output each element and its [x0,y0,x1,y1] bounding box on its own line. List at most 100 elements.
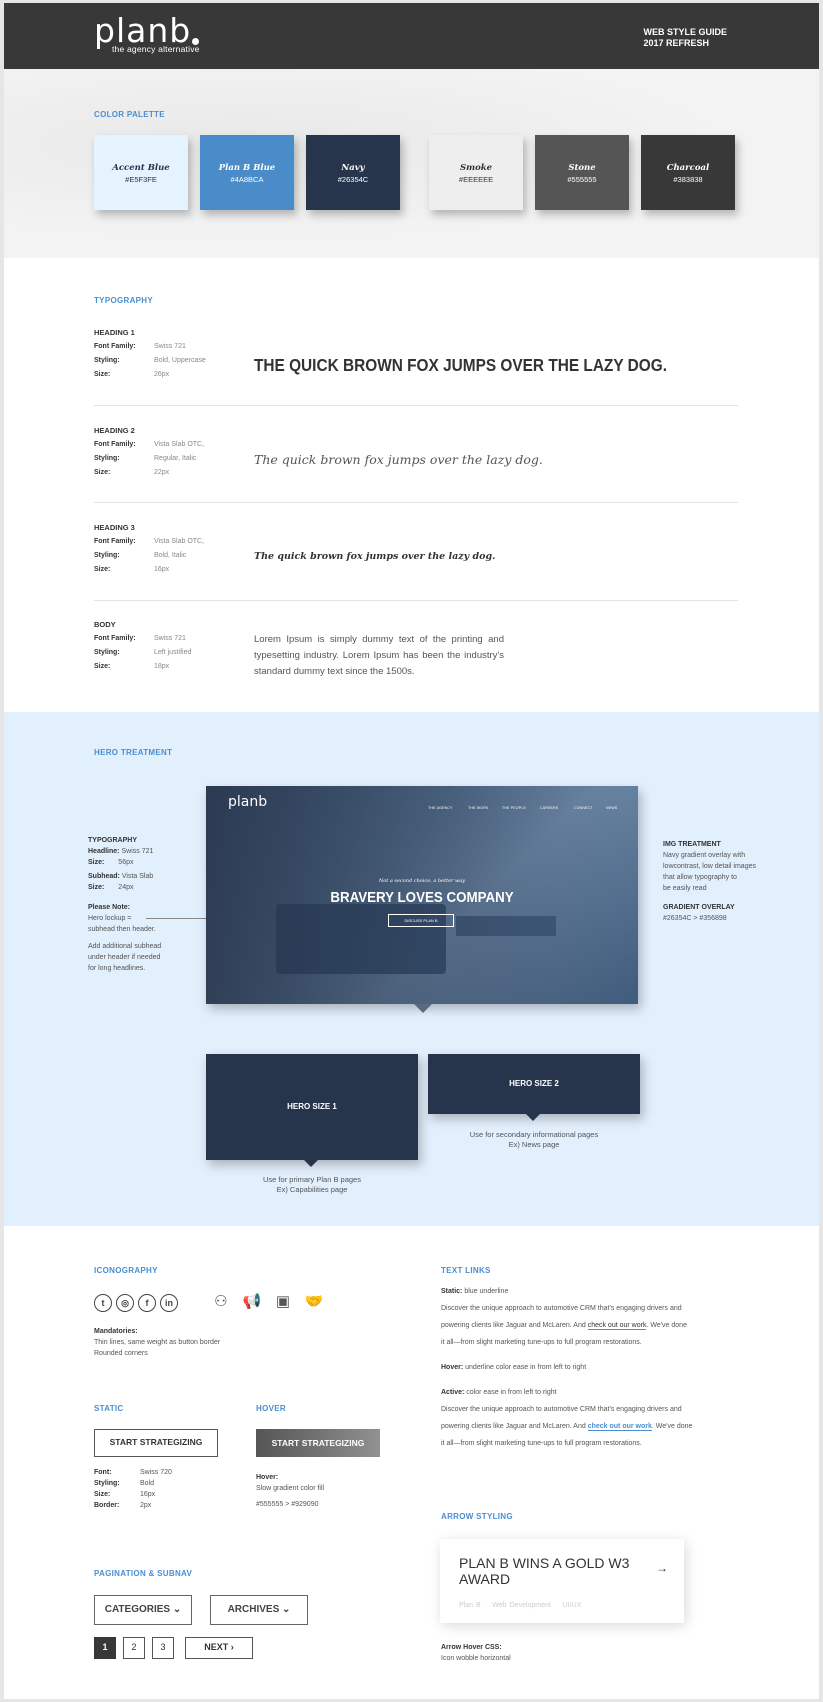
dropdown-label: CATEGORIES [104,1604,171,1615]
chevron-down-icon: ⌄ [172,1604,182,1615]
planb-logo[interactable]: planb the agency alternative [94,14,200,54]
button-specs: Font: Swiss 720 Styling: Bold Size: 16px Bo… [94,1467,244,1511]
spec-value: 2px [140,1502,152,1509]
notes-title: GRADIENT OVERLAY [663,904,735,911]
spec-key: Styling: [94,357,120,364]
divider [94,502,738,503]
spec-value: 18px [154,663,170,670]
caption-line: Use for secondary informational pages [469,1130,599,1139]
tag: Web Development [492,1602,551,1609]
spec-key: Font Family: [94,441,136,448]
mock-nav-item[interactable]: THE PEOPLE [502,806,526,810]
notes-title: IMG TREATMENT [663,841,721,848]
next-page-button[interactable]: NEXT › [185,1637,253,1659]
note-line: under header if needed [88,954,161,961]
mock-logo[interactable]: planb [228,794,267,810]
spec-value: 24px [118,884,134,891]
page-1-button[interactable]: 1 [94,1637,116,1659]
spec-key: Styling: [94,1480,120,1487]
card-title-line: AWARD [459,1571,511,1587]
heading1-sample: THE QUICK BROWN FOX JUMPS OVER THE LAZY … [254,355,667,375]
heading1-spec: HEADING 1 Font Family: Swiss 721 Styling:… [94,328,738,388]
card-tags: Plan B Web Development UI/UX [459,1602,581,1609]
mock-nav-item[interactable]: NEWS [606,806,617,810]
spec-title: HEADING 1 [94,328,135,337]
mock-nav-item[interactable]: CAREERS [540,806,558,810]
instagram-icon[interactable]: ◎ [116,1294,134,1312]
mock-nav-item[interactable]: THE AGENCY [428,806,453,810]
spec-value: #555555 > #929090 [256,1501,319,1508]
spec-key: Font Family: [94,538,136,545]
heading3-spec: HEADING 3 Font Family: Vista Slab OTC, St… [94,523,738,583]
spec-key: Styling: [94,649,120,656]
check-out-our-work-link-active[interactable]: check out our work [587,1423,652,1431]
megaphone-icon: 📢 [242,1293,262,1310]
categories-dropdown[interactable]: CATEGORIES ⌄ [94,1595,192,1625]
browser-image-icon: ▣ [275,1293,290,1310]
section-label: COLOR PALETTE [94,110,165,119]
section-label: ARROW STYLING [441,1512,513,1521]
mock-nav-item[interactable]: CONNECT [574,806,593,810]
paragraph-text: powering clients like Jaguar and McLaren… [441,1423,588,1430]
divider [94,405,738,406]
spec-value: Bold [140,1480,155,1487]
paragraph-text: . We've done [646,1322,687,1329]
swatch-hex: #4A8BCA [230,175,264,184]
spec-values: Font Family: Swiss 721 Styling: Left justi… [94,632,191,674]
guide-title-line2: 2017 REFRESH [643,38,710,48]
heading2-spec: HEADING 2 Font Family: Vista Slab OTC, St… [94,426,738,486]
mandatories-notes: Mandatories: Thin lines, same weight as … [94,1326,294,1359]
spec-values: Font Family: Vista Slab OTC, Styling: Bold… [94,535,204,577]
spec-key: Size: [94,1491,111,1498]
mock-nav-item[interactable]: THE WORK [468,806,488,810]
news-card[interactable]: PLAN B WINS A GOLD W3 AWARD → Plan B Web… [440,1539,684,1623]
arrow-css-notes: Arrow Hover CSS: Icon wobble horizontal [441,1642,641,1664]
paragraph-line: Discover the unique approach to automoti… [441,1406,682,1413]
note-line: Add additional subhead [88,943,162,950]
chevron-right-icon: › [230,1642,234,1652]
spec-value: Swiss 721 [121,848,154,855]
spec-value: Swiss 721 [154,635,186,642]
spec-key: Size: [94,371,111,378]
note-line: Navy gradient overlay with [663,852,746,859]
check-out-our-work-link[interactable]: check out our work [587,1322,647,1330]
logo-tagline: the agency alternative [112,44,200,54]
facebook-icon[interactable]: f [138,1294,156,1312]
notes-title: Mandatories: [94,1328,138,1335]
spec-value: Slow gradient color fill [256,1485,325,1492]
start-strategizing-button-hover[interactable]: START STRATEGIZING [256,1429,380,1457]
swatch-name: Plan B Blue [218,163,276,173]
note-title: Please Note: [88,904,131,911]
section-label: TYPOGRAPHY [94,296,154,305]
paragraph-text: powering clients like Jaguar and McLaren… [441,1322,588,1329]
archives-dropdown[interactable]: ARCHIVES ⌄ [210,1595,308,1625]
twitter-icon[interactable]: t [94,1294,112,1312]
spec-value: 56px [118,859,134,866]
spec-key: Styling: [94,455,120,462]
mock-cta-button[interactable]: DISCUSS PLAN B [388,914,454,927]
swatch-plan-b-blue: Plan B Blue #4A8BCA [200,135,294,210]
spec-title: BODY [94,620,116,629]
page-3-button[interactable]: 3 [152,1637,174,1659]
swatch-name: Stone [568,163,596,173]
section-label: HERO TREATMENT [94,748,173,757]
spec-value: blue underline [464,1288,509,1295]
spec-key: Styling: [94,552,120,559]
spec-value: Vista Slab [121,873,154,880]
page-2-button[interactable]: 2 [123,1637,145,1659]
spec-value: Bold, Uppercase [154,357,206,364]
note-line: be easily read [663,885,707,892]
spec-key: Font Family: [94,635,136,642]
style-guide-page: planb the agency alternative WEB STYLE G… [4,3,819,1699]
arrow-right-icon[interactable]: → [656,1561,668,1575]
spec-key: Size: [88,859,105,866]
chevron-down-icon: ⌄ [282,1604,291,1615]
guide-title: WEB STYLE GUIDE 2017 REFRESH [643,27,727,49]
mock-headline: BRAVERY LOVES COMPANY [330,890,514,906]
start-strategizing-button[interactable]: START STRATEGIZING [94,1429,218,1457]
spec-key: Headline: [88,848,120,855]
swatch-charcoal: Charcoal #383838 [641,135,735,210]
linkedin-icon[interactable]: in [160,1294,178,1312]
hero-size1-block: HERO SIZE 1 [206,1054,418,1160]
divider [94,600,738,601]
